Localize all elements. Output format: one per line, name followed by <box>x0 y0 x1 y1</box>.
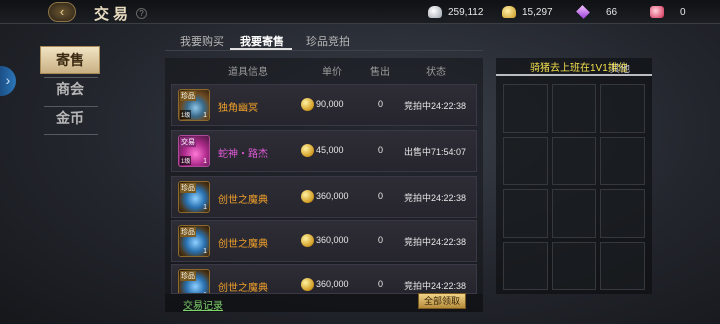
item-status: 出售中71:54:07 <box>404 147 467 157</box>
currency-gold[interactable]: 15,297 <box>502 4 553 20</box>
inventory-slot[interactable] <box>600 136 645 185</box>
tab-buy[interactable]: 我要购买 <box>172 33 232 49</box>
item-icon: 珍品 1级 1 <box>178 89 210 121</box>
item-status: 竞拍中24:22:38 <box>404 101 467 111</box>
side-expand-button[interactable]: › <box>0 66 16 96</box>
item-tag: 珍品 <box>180 227 196 237</box>
item-tag: 交易 <box>180 137 196 147</box>
inventory-slot[interactable] <box>551 136 597 185</box>
inventory-slot[interactable] <box>503 84 548 133</box>
tab-sell[interactable]: 我要寄售 <box>232 33 292 49</box>
column-header-item: 道具信息 <box>228 67 268 78</box>
item-name: 独角幽冥 <box>218 103 258 114</box>
inventory-slot[interactable] <box>600 84 645 133</box>
table-row[interactable]: 珍品 1级 1 独角幽冥 90,000 0 竞拍中24:22:38 <box>171 84 477 126</box>
item-icon: 珍品 1 <box>178 181 210 213</box>
item-level: 1级 <box>180 110 192 119</box>
gold-coin-icon <box>502 6 516 18</box>
column-header-status: 状态 <box>426 67 446 78</box>
inventory-slot[interactable] <box>503 136 548 185</box>
currency-value: 66 <box>606 6 618 18</box>
item-icon: 交易 1级 1 <box>178 135 210 167</box>
item-status: 竞拍中24:22:38 <box>404 281 467 291</box>
item-status: 竞拍中24:22:38 <box>404 237 467 247</box>
item-sold: 0 <box>378 235 384 245</box>
item-tag: 珍品 <box>180 183 196 193</box>
gold-coin-icon <box>301 190 314 203</box>
item-icon: 珍品 1 <box>178 225 210 257</box>
item-sold: 0 <box>378 99 384 109</box>
top-bar: ‹ 交易 ? 259,112 15,297 66 0 <box>0 0 720 24</box>
help-icon[interactable]: ? <box>136 8 147 19</box>
currency-ticket[interactable]: 0 <box>650 4 686 20</box>
chevron-right-icon: › <box>5 72 11 88</box>
gold-coin-icon <box>301 234 314 247</box>
table-row[interactable]: 珍品 1 创世之魔典 360,000 0 竞拍中24:22:38 <box>171 220 477 262</box>
table-row[interactable]: 珍品 1 创世之魔典 360,000 0 竞拍中24:22:38 <box>171 264 477 294</box>
item-tag: 珍品 <box>180 91 196 101</box>
inventory-slot[interactable] <box>503 241 548 290</box>
item-name: 创世之魔典 <box>218 283 268 294</box>
currency-gem[interactable]: 66 <box>576 4 617 20</box>
item-status: 竞拍中24:22:38 <box>404 193 467 203</box>
item-price: 90,000 <box>316 99 344 109</box>
currency-value: 15,297 <box>522 6 553 18</box>
inventory-slot[interactable] <box>600 241 645 290</box>
inventory-grid <box>503 84 645 290</box>
broadcast-marquee: 骑猪去上班在1V1排位 <box>530 63 628 74</box>
divider <box>44 134 98 135</box>
red-ticket-icon <box>650 6 664 18</box>
tab-bar-divider <box>165 50 483 51</box>
currency-value: 259,112 <box>448 6 484 18</box>
item-price: 360,000 <box>316 191 349 201</box>
sidebar-item-gold[interactable]: 金币 <box>40 105 100 133</box>
gold-coin-icon <box>301 278 314 291</box>
item-level: 1级 <box>180 156 192 165</box>
table-row[interactable]: 交易 1级 1 蛇神・路杰 45,000 0 出售中71:54:07 <box>171 130 477 172</box>
item-price: 360,000 <box>316 279 349 289</box>
item-sold: 0 <box>378 145 384 155</box>
purple-gem-icon <box>576 5 590 19</box>
item-sold: 0 <box>378 279 384 289</box>
gold-coin-icon <box>301 98 314 111</box>
collect-all-button[interactable]: 全部领取 <box>418 293 466 309</box>
inventory-slot[interactable] <box>551 84 597 133</box>
inventory-slot[interactable] <box>503 189 548 238</box>
item-price: 360,000 <box>316 235 349 245</box>
gold-coin-icon <box>301 144 314 157</box>
item-name: 创世之魔典 <box>218 239 268 250</box>
sidebar-item-guild[interactable]: 商会 <box>40 76 100 104</box>
currency-silver[interactable]: 259,112 <box>428 4 483 20</box>
page-title: 交易 <box>94 5 133 23</box>
item-count: 1 <box>203 112 207 119</box>
item-sold: 0 <box>378 191 384 201</box>
item-name: 创世之魔典 <box>218 195 268 206</box>
item-count: 1 <box>203 248 207 255</box>
tab-auction[interactable]: 珍品竞拍 <box>298 33 358 49</box>
inventory-slot[interactable] <box>600 189 645 238</box>
item-price: 45,000 <box>316 145 344 155</box>
column-header-sold: 售出 <box>370 67 390 78</box>
back-button[interactable]: ‹ <box>48 2 76 22</box>
column-header-price: 单价 <box>322 67 342 78</box>
sidebar-item-consign[interactable]: 寄售 <box>40 46 100 74</box>
item-name: 蛇神・路杰 <box>218 149 268 160</box>
item-count: 1 <box>203 204 207 211</box>
item-tag: 珍品 <box>180 271 196 281</box>
table-row[interactable]: 珍品 1 创世之魔典 360,000 0 竞拍中24:22:38 <box>171 176 477 218</box>
item-icon: 珍品 1 <box>178 269 210 293</box>
silver-coin-icon <box>428 6 442 18</box>
currency-value: 0 <box>680 6 686 18</box>
inventory-slot[interactable] <box>551 241 597 290</box>
inventory-slot[interactable] <box>551 189 597 238</box>
chevron-left-icon: ‹ <box>59 4 65 19</box>
item-count: 1 <box>203 158 207 165</box>
trade-record-link[interactable]: 交易记录 <box>183 297 223 312</box>
